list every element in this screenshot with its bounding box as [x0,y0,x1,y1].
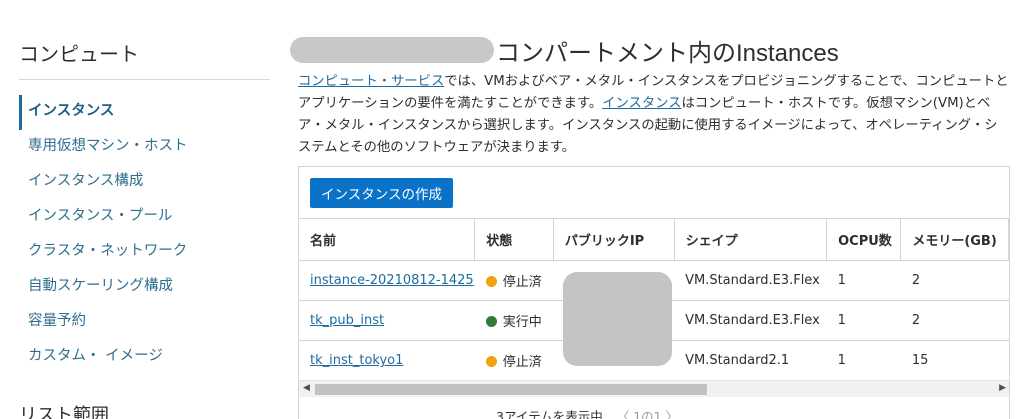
column-header-ocpu[interactable]: OCPU数 [826,218,902,261]
instance-name-cell: tk_inst_tokyo1 [299,340,475,381]
shape-cell: VM.Standard.E3.Flex [674,260,827,301]
column-header-shape[interactable]: シェイプ [674,218,828,261]
table-footer: 3アイテムを表示中 〈 1の1 〉 [496,406,678,419]
scroll-right-arrow-icon[interactable]: ▶ [999,383,1006,393]
memory-cell: 15 [900,340,1009,381]
column-header-state[interactable]: 状態 [474,218,554,261]
create-instance-button[interactable]: インスタンスの作成 [310,178,453,208]
ocpu-cell: 1 [826,260,901,301]
instances-link[interactable]: インスタンス [602,96,681,111]
state-label: 停止済 [502,355,542,370]
sidebar-item-instance-configurations[interactable]: インスタンス構成 [19,165,272,200]
page-title-text: コンパートメント内のInstances [496,39,839,67]
instance-name-link[interactable]: tk_inst_tokyo1 [310,353,403,368]
item-count-text: 3アイテムを表示中 [496,409,603,419]
column-header-public-ip[interactable]: パブリックIP [553,218,675,261]
state-cell: 停止済 [474,340,554,381]
ocpu-cell: 1 [826,300,901,341]
redacted-public-ip [563,272,672,366]
sidebar-item-instance-pools[interactable]: インスタンス・プール [19,200,272,235]
state-label: 停止済 [502,275,542,290]
state-cell: 実行中 [474,300,554,341]
sidebar-item-instances[interactable]: インスタンス [19,95,272,130]
status-dot-icon [485,276,497,287]
column-header-memory[interactable]: メモリー(GB) [900,218,1009,261]
page-description: コンピュート・サービスでは、VMおよびベア・メタル・インスタンスをプロビジョニン… [298,71,1010,159]
shape-cell: VM.Standard2.1 [674,340,827,381]
state-cell: 停止済 [474,260,554,301]
redacted-compartment-name [290,37,494,63]
compute-service-link[interactable]: コンピュート・サービス [298,74,444,89]
instance-name-link[interactable]: instance-20210812-1425 [310,273,474,288]
instance-name-link[interactable]: tk_pub_inst [310,313,384,328]
sidebar-title: コンピュート [19,42,139,66]
memory-cell: 2 [900,300,1009,341]
state-label: 実行中 [502,315,542,330]
sidebar-item-dedicated-vm-hosts[interactable]: 専用仮想マシン・ホスト [19,130,272,165]
horizontal-scrollbar[interactable]: ◀ ▶ [299,380,1009,397]
sidebar-item-autoscaling[interactable]: 自動スケーリング構成 [19,270,272,305]
ocpu-cell: 1 [826,340,901,381]
list-scope-heading: リスト範囲 [19,405,109,419]
sidebar: コンピュート インスタンス 専用仮想マシン・ホスト インスタンス構成 インスタン… [0,0,272,419]
pagination[interactable]: 〈 1の1 〉 [617,409,678,419]
divider [19,79,270,80]
column-header-name[interactable]: 名前 [299,218,476,261]
sidebar-nav: インスタンス 専用仮想マシン・ホスト インスタンス構成 インスタンス・プール ク… [19,95,272,375]
page-title: コンパートメント内のInstances [290,33,839,67]
scroll-left-arrow-icon[interactable]: ◀ [303,383,310,393]
sidebar-item-custom-images[interactable]: カスタム・ イメージ [19,340,272,375]
memory-cell: 2 [900,260,1009,301]
instance-name-cell: instance-20210812-1425 [299,260,475,301]
status-dot-icon [485,316,497,327]
scrollbar-thumb[interactable] [315,384,707,395]
sidebar-item-cluster-networks[interactable]: クラスタ・ネットワーク [19,235,272,270]
table-header-row: 名前 状態 パブリックIP シェイプ OCPU数 メモリー(GB) [299,218,1009,261]
status-dot-icon [485,356,497,367]
shape-cell: VM.Standard.E3.Flex [674,300,827,341]
instance-name-cell: tk_pub_inst [299,300,475,341]
sidebar-item-capacity-reservations[interactable]: 容量予約 [19,305,272,340]
